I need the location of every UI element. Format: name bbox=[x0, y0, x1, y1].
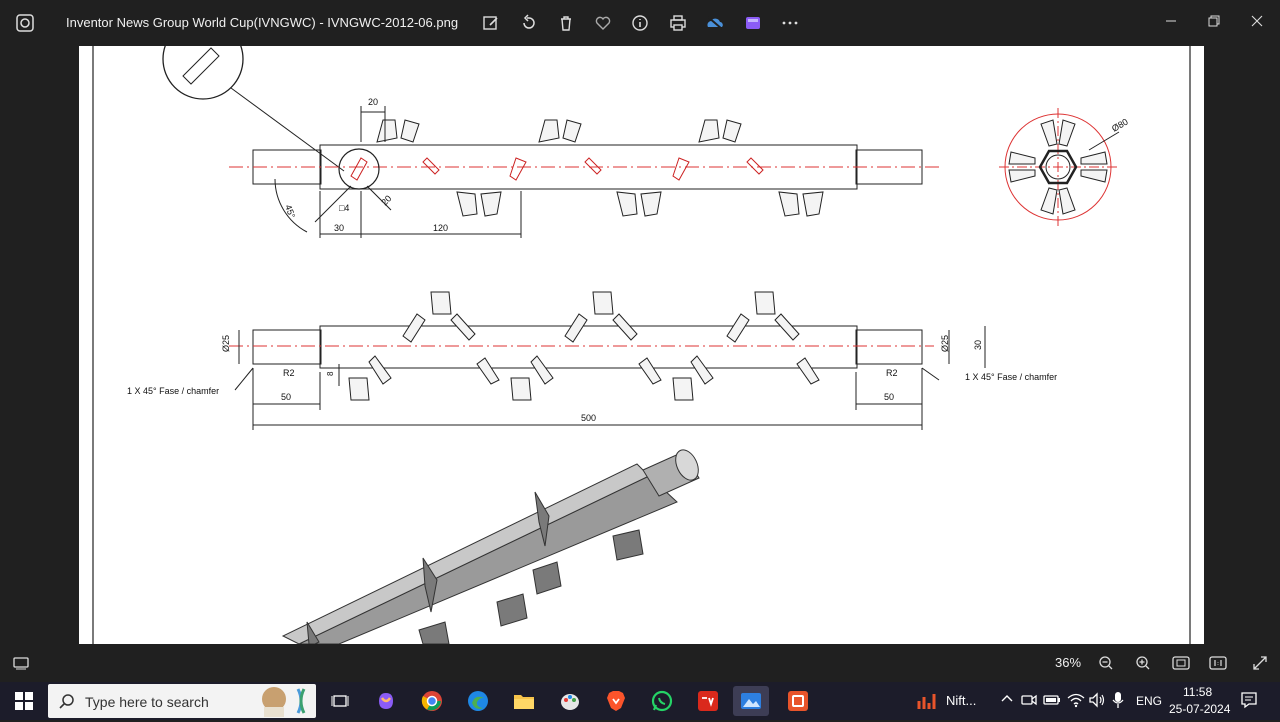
image-viewport[interactable]: 20 45° □4 20 30 120 Ø80 Ø25 R2 1 X 45° F… bbox=[0, 46, 1280, 644]
dim-20b: 20 bbox=[379, 193, 393, 207]
technical-drawing: 20 45° □4 20 30 120 Ø80 Ø25 R2 1 X 45° F… bbox=[79, 46, 1204, 644]
taskbar: Type here to search Nift... ENG 11:58 25… bbox=[0, 682, 1280, 720]
meet-now-icon[interactable] bbox=[1021, 693, 1037, 712]
editor-icon[interactable] bbox=[741, 11, 765, 35]
status-bar: 36% bbox=[0, 644, 1280, 682]
chevron-up-icon[interactable] bbox=[1000, 692, 1014, 711]
info-icon[interactable] bbox=[628, 11, 652, 35]
dim-50-right: 50 bbox=[884, 392, 894, 402]
search-highlight-icon bbox=[254, 685, 312, 722]
onedrive-icon[interactable] bbox=[703, 11, 727, 35]
photos-app-icon bbox=[14, 12, 36, 34]
title-bar: Inventor News Group World Cup(IVNGWC) - … bbox=[0, 0, 1280, 46]
dim-500: 500 bbox=[581, 413, 596, 423]
dim-sq4: □4 bbox=[339, 203, 349, 213]
paint-icon[interactable] bbox=[552, 686, 588, 716]
zoom-out-icon[interactable] bbox=[1094, 652, 1118, 674]
close-button[interactable] bbox=[1244, 8, 1270, 34]
dim-20a: 20 bbox=[368, 97, 378, 107]
copilot-icon[interactable] bbox=[368, 686, 404, 716]
microphone-icon[interactable] bbox=[1111, 691, 1125, 714]
chrome-icon[interactable] bbox=[414, 686, 450, 716]
dim-d80: Ø80 bbox=[1110, 117, 1130, 134]
dim-30-right: 30 bbox=[973, 340, 983, 350]
zoom-level: 36% bbox=[1055, 655, 1082, 670]
print-icon[interactable] bbox=[666, 11, 690, 35]
photos-taskbar-icon[interactable] bbox=[733, 686, 769, 716]
dim-d25-left: Ø25 bbox=[221, 335, 231, 352]
task-view-icon[interactable] bbox=[322, 686, 358, 716]
edge-icon[interactable] bbox=[460, 686, 496, 716]
front-view bbox=[229, 291, 986, 430]
chamfer-right: 1 X 45° Fase / chamfer bbox=[965, 372, 1057, 382]
volume-icon[interactable] bbox=[1088, 692, 1106, 713]
isometric-view bbox=[281, 449, 700, 644]
dim-45: 45° bbox=[283, 203, 297, 220]
taskbar-search-box[interactable]: Type here to search bbox=[48, 684, 316, 718]
dim-r2-left: R2 bbox=[283, 368, 295, 378]
dim-8: 8 bbox=[326, 371, 335, 376]
windows-start-icon[interactable] bbox=[14, 691, 34, 711]
dim-30: 30 bbox=[334, 223, 344, 233]
tray-app-label[interactable]: Nift... bbox=[946, 693, 976, 708]
delete-icon[interactable] bbox=[554, 11, 578, 35]
top-view bbox=[229, 106, 939, 238]
zoom-in-icon[interactable] bbox=[1131, 652, 1155, 674]
canva-icon[interactable] bbox=[780, 686, 816, 716]
actual-size-icon[interactable] bbox=[1206, 652, 1230, 674]
dim-r2-right: R2 bbox=[886, 368, 898, 378]
clock-date[interactable]: 25-07-2024 bbox=[1169, 702, 1230, 716]
dim-50-left: 50 bbox=[281, 392, 291, 402]
window-title: Inventor News Group World Cup(IVNGWC) - … bbox=[66, 15, 459, 30]
search-placeholder: Type here to search bbox=[85, 694, 209, 710]
more-icon[interactable] bbox=[778, 11, 802, 35]
clock-time[interactable]: 11:58 bbox=[1183, 685, 1212, 699]
wifi-icon[interactable] bbox=[1067, 692, 1085, 713]
notifications-icon[interactable] bbox=[1240, 691, 1258, 714]
chamfer-left: 1 X 45° Fase / chamfer bbox=[127, 386, 219, 396]
stock-chart-icon[interactable] bbox=[917, 691, 939, 716]
favorite-icon[interactable] bbox=[591, 11, 615, 35]
end-view bbox=[999, 108, 1120, 226]
file-explorer-icon[interactable] bbox=[506, 686, 542, 716]
dim-d25-right: Ø25 bbox=[940, 335, 950, 352]
filmstrip-icon[interactable] bbox=[9, 652, 33, 674]
edit-image-icon[interactable] bbox=[479, 11, 503, 35]
restore-button[interactable] bbox=[1201, 8, 1227, 34]
whatsapp-icon[interactable] bbox=[644, 686, 680, 716]
fit-window-icon[interactable] bbox=[1169, 652, 1193, 674]
solidworks-icon[interactable] bbox=[690, 686, 726, 716]
dim-120: 120 bbox=[433, 223, 448, 233]
brave-icon[interactable] bbox=[598, 686, 634, 716]
minimize-button[interactable] bbox=[1158, 8, 1184, 34]
search-icon bbox=[59, 693, 75, 714]
fullscreen-icon[interactable] bbox=[1248, 652, 1272, 674]
rotate-icon[interactable] bbox=[517, 11, 541, 35]
language-indicator[interactable]: ENG bbox=[1136, 694, 1162, 708]
battery-icon[interactable] bbox=[1043, 693, 1061, 712]
